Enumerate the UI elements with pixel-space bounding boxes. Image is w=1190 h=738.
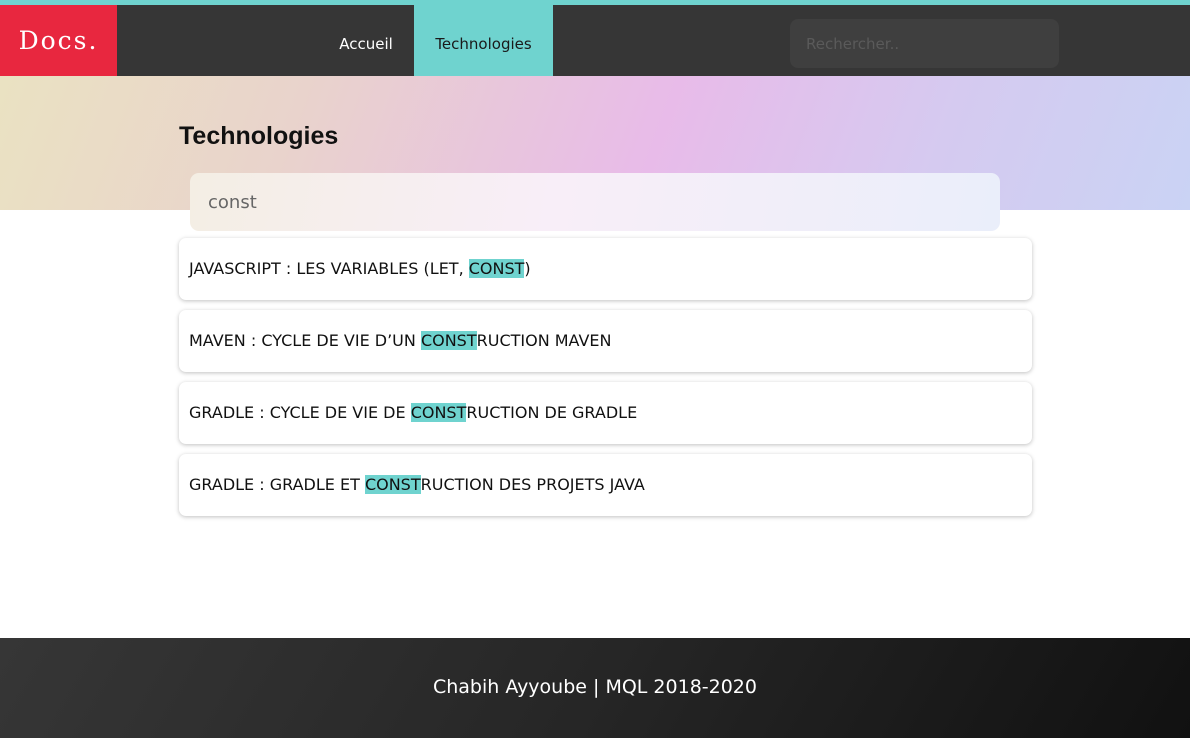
result-item[interactable]: MAVEN : CYCLE DE VIE D’UN CONSTRUCTION M… [179, 310, 1032, 372]
result-text-after: RUCTION MAVEN [476, 331, 612, 350]
header-search-input[interactable] [790, 19, 1059, 68]
navbar: Docs. Accueil Technologies [0, 5, 1190, 76]
nav-link-accueil[interactable]: Accueil [318, 5, 414, 76]
result-highlight: CONST [364, 475, 421, 494]
results-list: JAVASCRIPT : LES VARIABLES (LET, CONST) … [179, 238, 1032, 526]
result-item[interactable]: GRADLE : CYCLE DE VIE DE CONSTRUCTION DE… [179, 382, 1032, 444]
result-highlight: CONST [410, 403, 467, 422]
result-text-before: GRADLE : CYCLE DE VIE DE [189, 403, 411, 422]
result-text-after: RUCTION DES PROJETS JAVA [420, 475, 645, 494]
nav-link-technologies[interactable]: Technologies [414, 5, 553, 76]
footer: Chabih Ayyoube | MQL 2018-2020 [0, 638, 1190, 738]
result-text-before: MAVEN : CYCLE DE VIE D’UN [189, 331, 421, 350]
result-text-before: JAVASCRIPT : LES VARIABLES (LET, [189, 259, 469, 278]
result-text-after: RUCTION DE GRADLE [466, 403, 638, 422]
result-highlight: CONST [420, 331, 477, 350]
site-logo[interactable]: Docs. [0, 5, 117, 76]
page-title: Technologies [179, 122, 339, 150]
result-text-after: ) [524, 259, 531, 278]
result-highlight: CONST [468, 259, 525, 278]
result-item[interactable]: GRADLE : GRADLE ET CONSTRUCTION DES PROJ… [179, 454, 1032, 516]
result-item[interactable]: JAVASCRIPT : LES VARIABLES (LET, CONST) [179, 238, 1032, 300]
footer-credit: Chabih Ayyoube | MQL 2018-2020 [432, 676, 757, 698]
result-text-before: GRADLE : GRADLE ET [189, 475, 365, 494]
filter-search-input[interactable] [190, 173, 1000, 231]
